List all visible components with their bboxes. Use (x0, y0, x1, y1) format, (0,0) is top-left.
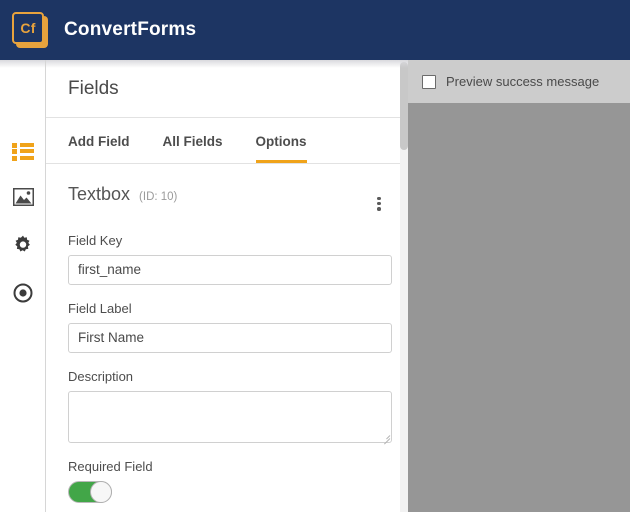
description-group: Description (68, 368, 392, 445)
tab-options[interactable]: Options (255, 134, 307, 163)
preview-success-checkbox[interactable] (422, 74, 436, 89)
required-field-label: Required Field (68, 458, 153, 474)
fields-panel: Fields Add Field All Fields Options Text… (46, 60, 408, 512)
preview-success-label: Preview success message (446, 74, 600, 89)
field-label-group: Field Label (68, 300, 392, 353)
sidebar-rail (0, 60, 46, 512)
sidebar-item-media[interactable] (0, 182, 46, 216)
kebab-menu-icon[interactable] (370, 195, 388, 211)
required-field-toggle[interactable] (68, 480, 112, 503)
page-title: Fields (46, 60, 408, 118)
description-wrapper (68, 390, 392, 445)
tab-bar: Add Field All Fields Options (46, 118, 408, 164)
required-field-group: Required Field (68, 459, 388, 503)
tab-add-field[interactable]: Add Field (68, 134, 130, 163)
field-type-label: Textbox (68, 184, 131, 204)
sidebar-top-shadow (0, 60, 45, 68)
brand-name: ConvertForms (64, 19, 197, 40)
toggle-knob (90, 480, 112, 503)
list-icon (12, 142, 34, 161)
field-id-label: (ID: 10) (139, 191, 178, 203)
tab-all-fields[interactable]: All Fields (163, 134, 223, 163)
field-options-form: Textbox (ID: 10) Field Key Field Label D… (46, 164, 408, 503)
field-label-input[interactable] (68, 322, 392, 353)
convertforms-logo-icon: Cf (12, 12, 48, 48)
panel-top-shadow (46, 60, 408, 68)
app-header: Cf ConvertForms (0, 0, 630, 60)
field-key-input[interactable] (68, 254, 392, 285)
preview-pane: Preview success message (408, 60, 630, 512)
description-label: Description (68, 368, 134, 384)
field-key-label: Field Key (68, 232, 123, 248)
field-label-label: Field Label (68, 300, 132, 316)
gear-icon (13, 235, 33, 260)
field-key-group: Field Key (68, 232, 392, 285)
target-icon (13, 283, 33, 308)
sidebar-item-publishing[interactable] (0, 278, 46, 312)
preview-canvas (408, 103, 630, 512)
app-root: Cf ConvertForms Fields Add Field All Fie… (0, 0, 630, 512)
panel-scrollbar-thumb[interactable] (400, 62, 408, 150)
field-header: Textbox (ID: 10) (68, 184, 388, 211)
description-textarea[interactable] (68, 390, 392, 443)
sidebar-item-fields[interactable] (0, 134, 46, 168)
image-icon (12, 187, 34, 211)
sidebar-item-settings[interactable] (0, 230, 46, 264)
preview-toolbar: Preview success message (408, 60, 630, 103)
logo-mark: Cf (12, 12, 44, 44)
